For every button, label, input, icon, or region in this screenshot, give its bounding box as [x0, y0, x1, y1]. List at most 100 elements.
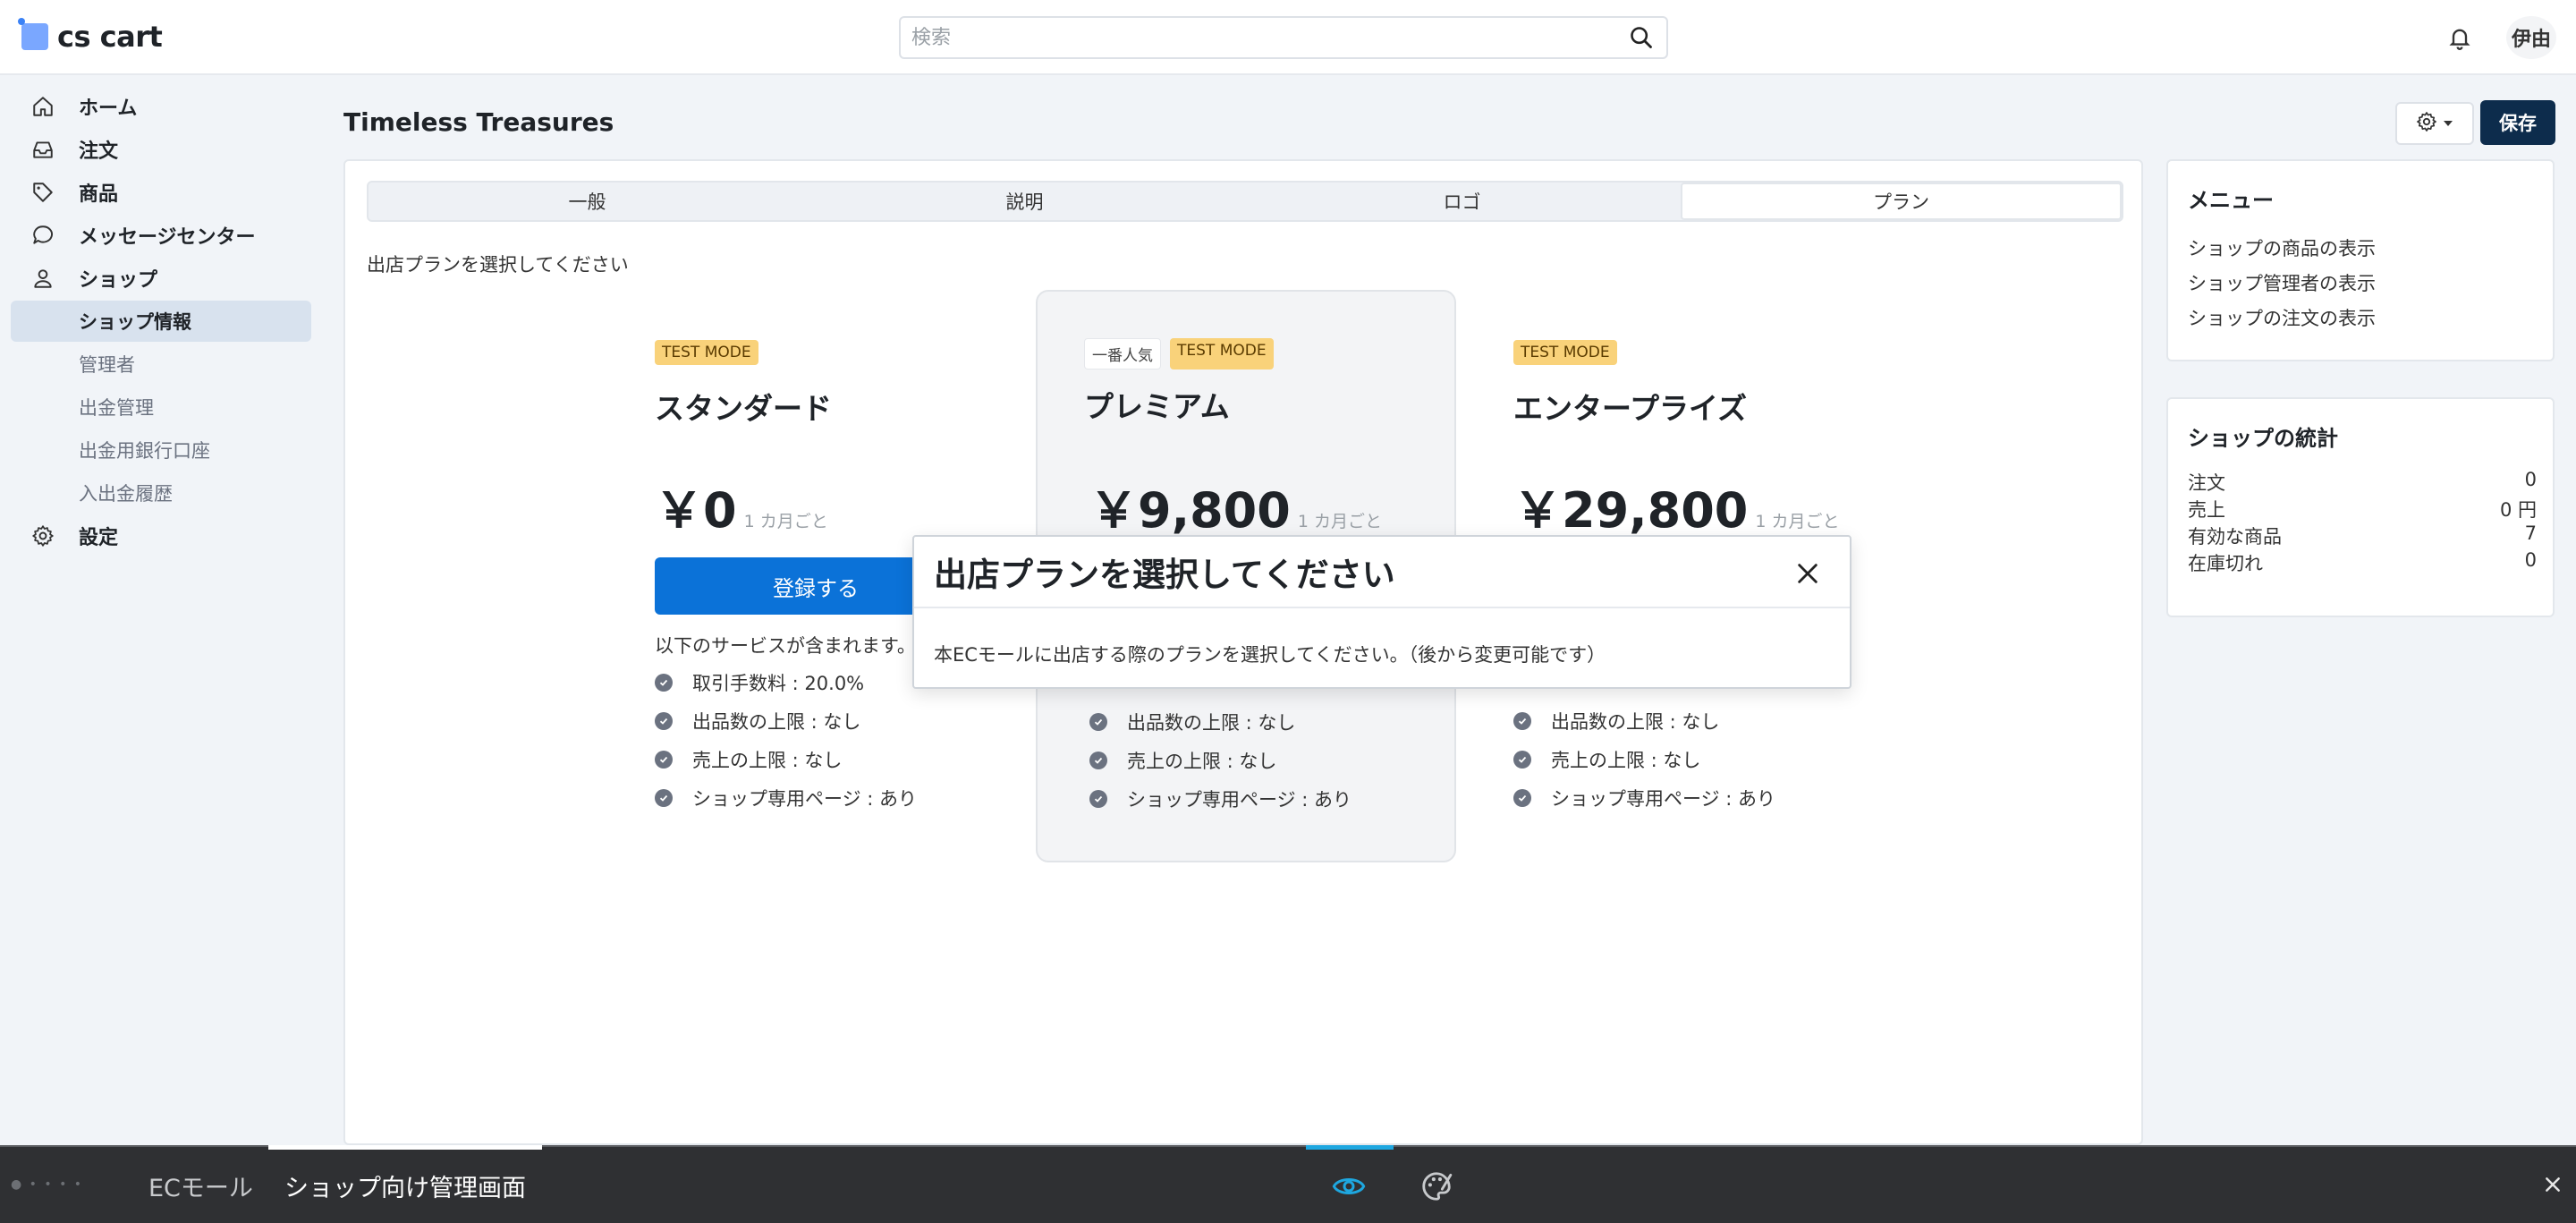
- link-view-shop-products[interactable]: ショップの商品の表示: [2188, 234, 2376, 261]
- close-icon[interactable]: [1789, 555, 1826, 592]
- search-icon[interactable]: [1627, 23, 1656, 52]
- feature-item: 出品数の上限 : なし: [655, 708, 860, 735]
- check-circle-icon: [655, 674, 673, 692]
- stat-row: 注文 0: [2188, 469, 2537, 496]
- check-circle-icon: [1513, 751, 1531, 769]
- inbox-icon: [30, 137, 55, 162]
- bottom-tab-ec-mall[interactable]: ECモール: [148, 1168, 253, 1203]
- sidebar-item-settings[interactable]: 設定: [11, 515, 311, 556]
- feature-item: 売上の上限 : なし: [1089, 747, 1276, 774]
- gear-icon: [2416, 111, 2437, 136]
- page-title: Timeless Treasures: [343, 107, 614, 137]
- sidebar-item-home[interactable]: ホーム: [11, 86, 311, 127]
- stats-card-title: ショップの統計: [2188, 426, 2338, 451]
- check-circle-icon: [1513, 712, 1531, 730]
- plan-badges: 一番人気 TEST MODE: [1084, 338, 1274, 369]
- user-icon: [30, 266, 55, 291]
- gear-icon: [30, 523, 55, 548]
- sidebar-item-label: 設定: [79, 527, 119, 549]
- stat-row: 有効な商品 7: [2188, 522, 2537, 549]
- sidebar: ホーム 注文 商品 メッセージセンター ショップ ショップ情報 管理者 出金管理…: [0, 77, 322, 1145]
- price-period: 1 カ月ごと: [743, 512, 828, 531]
- sidebar-item-shop[interactable]: ショップ: [11, 258, 311, 299]
- eye-icon[interactable]: [1329, 1167, 1368, 1206]
- feature-item: 出品数の上限 : なし: [1513, 708, 1719, 735]
- logo-mark-icon: [18, 18, 48, 50]
- stat-value: 7: [2524, 522, 2537, 544]
- stat-label: 在庫切れ: [2188, 553, 2263, 574]
- test-mode-badge: TEST MODE: [1513, 340, 1617, 365]
- stat-label: 有効な商品: [2188, 526, 2282, 548]
- logo-text: cs cart: [57, 20, 163, 54]
- popover-body: 本ECモールに出店する際のプランを選択してください。（後から変更可能です）: [934, 644, 1606, 666]
- check-circle-icon: [1513, 789, 1531, 807]
- close-icon[interactable]: [2537, 1168, 2569, 1201]
- plan-badges: TEST MODE: [655, 340, 758, 365]
- plan-price: ￥29,800 1 カ月ごと: [1513, 471, 1840, 541]
- popover-divider: [914, 607, 1850, 608]
- top-header: cs cart 伊由: [0, 0, 2576, 75]
- tag-icon: [30, 180, 55, 205]
- feature-text: 取引手数料 : 20.0%: [692, 673, 865, 694]
- shop-stats-card: ショップの統計 注文 0 売上 0 円 有効な商品 7 在庫切れ 0: [2166, 397, 2555, 617]
- stat-value: 0: [2524, 469, 2537, 490]
- plan-prompt: 出店プランを選択してください: [367, 254, 629, 276]
- sidebar-subitem-withdrawals[interactable]: 出金管理: [11, 386, 311, 428]
- sidebar-item-label: ショップ: [79, 269, 158, 292]
- sidebar-item-message-center[interactable]: メッセージセンター: [11, 215, 311, 256]
- sidebar-subitem-shop-info[interactable]: ショップ情報: [11, 301, 311, 342]
- check-circle-icon: [655, 712, 673, 730]
- test-mode-badge: TEST MODE: [1170, 338, 1274, 369]
- search-input[interactable]: [911, 26, 1627, 49]
- sidebar-subitem-bank-account[interactable]: 出金用銀行口座: [11, 429, 311, 471]
- plan-badges: TEST MODE: [1513, 340, 1617, 365]
- chat-icon: [30, 223, 55, 248]
- feature-text: ショップ専用ページ : あり: [1551, 788, 1776, 810]
- sidebar-item-label: メッセージセンター: [79, 226, 256, 249]
- bottom-preview-bar: ● • • • • ECモール ショップ向け管理画面: [0, 1145, 2576, 1223]
- menu-card: メニュー ショップの商品の表示 ショップ管理者の表示 ショップの注文の表示: [2166, 159, 2555, 361]
- price-amount: ￥9,800: [1089, 482, 1291, 539]
- plan-price: ￥9,800 1 カ月ごと: [1089, 471, 1382, 541]
- link-view-shop-admins[interactable]: ショップ管理者の表示: [2188, 269, 2376, 296]
- plan-name: エンタープライズ: [1513, 391, 1748, 426]
- stat-label: 注文: [2188, 472, 2225, 494]
- feature-text: 出品数の上限 : なし: [1551, 711, 1720, 733]
- sidebar-item-label: 注文: [79, 140, 119, 163]
- preview-indicator: [1306, 1145, 1394, 1150]
- plan-select-popover: 出店プランを選択してください 本ECモールに出店する際のプランを選択してください…: [912, 535, 1852, 689]
- user-avatar[interactable]: 伊由: [2506, 16, 2556, 59]
- sidebar-item-label: ホーム: [79, 98, 138, 120]
- price-amount: ￥29,800: [1513, 482, 1749, 539]
- palette-icon[interactable]: [1417, 1167, 1456, 1206]
- sidebar-subitem-admins[interactable]: 管理者: [11, 344, 311, 385]
- sidebar-item-orders[interactable]: 注文: [11, 129, 311, 170]
- stat-value: 0 円: [2499, 499, 2537, 521]
- stat-row: 売上 0 円: [2188, 496, 2537, 522]
- stat-row: 在庫切れ 0: [2188, 549, 2537, 576]
- sidebar-item-products[interactable]: 商品: [11, 172, 311, 213]
- price-amount: ￥0: [655, 482, 737, 539]
- save-button[interactable]: 保存: [2480, 100, 2555, 145]
- menu-card-title: メニュー: [2188, 188, 2274, 213]
- price-period: 1 カ月ごと: [1297, 512, 1382, 531]
- settings-dropdown-button[interactable]: [2395, 102, 2474, 145]
- bell-icon[interactable]: [2442, 20, 2478, 55]
- sidebar-subitem-transaction-history[interactable]: 入出金履歴: [11, 472, 311, 514]
- check-circle-icon: [655, 789, 673, 807]
- feature-item: 取引手数料 : 20.0%: [655, 669, 864, 696]
- feature-text: 出品数の上限 : なし: [1127, 712, 1296, 734]
- includes-label: 以下のサービスが含まれます。: [655, 635, 916, 657]
- feature-text: 売上の上限 : なし: [1127, 751, 1277, 772]
- app-logo[interactable]: cs cart: [18, 18, 163, 54]
- feature-text: 出品数の上限 : なし: [692, 711, 861, 733]
- price-period: 1 カ月ごと: [1755, 512, 1840, 531]
- bottom-tab-shop-admin[interactable]: ショップ向け管理画面: [284, 1168, 526, 1203]
- home-icon: [30, 94, 55, 119]
- search-box[interactable]: [899, 16, 1668, 59]
- plan-price: ￥0 1 カ月ごと: [655, 471, 828, 541]
- active-tab-indicator: [268, 1145, 542, 1150]
- link-view-shop-orders[interactable]: ショップの注文の表示: [2188, 304, 2376, 331]
- feature-item: 売上の上限 : なし: [655, 746, 842, 773]
- feature-item: ショップ専用ページ : あり: [655, 785, 917, 811]
